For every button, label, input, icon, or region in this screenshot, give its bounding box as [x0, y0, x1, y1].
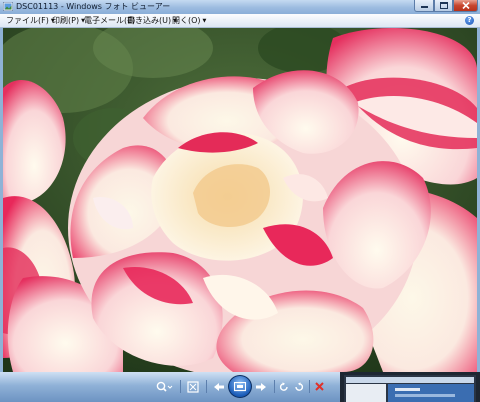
close-icon [461, 2, 470, 9]
slideshow-icon [234, 381, 246, 391]
toolbar-separator [206, 380, 207, 393]
menu-file-label: ファイル(F) [6, 16, 49, 25]
previous-icon [214, 382, 224, 391]
toolbar-separator [274, 380, 275, 393]
photo-viewport[interactable] [3, 28, 477, 372]
taskbar-thumbnail-overlay [340, 372, 480, 402]
rotate-counterclockwise-icon [279, 381, 288, 391]
minimize-button[interactable] [414, 0, 434, 12]
menu-open[interactable]: 開く(O) ▼ [172, 15, 206, 27]
next-icon [256, 382, 266, 391]
menu-print[interactable]: 印刷(P) ▼ [52, 15, 85, 27]
delete-button[interactable] [313, 380, 325, 393]
title-bar[interactable]: DSC01113 - Windows フォト ビューアー [0, 0, 480, 14]
rotate-clockwise-icon [295, 381, 304, 391]
window-title: DSC01113 - Windows フォト ビューアー [16, 2, 171, 11]
actual-size-icon [187, 380, 199, 393]
rose-photo [3, 28, 477, 372]
photo-viewer-window: DSC01113 - Windows フォト ビューアー ファイル(F) ▼ 印刷… [0, 0, 480, 402]
toolbar-separator [180, 380, 181, 393]
delete-icon [314, 382, 324, 391]
chevron-down-icon: ▼ [202, 18, 207, 24]
menu-print-label: 印刷(P) [52, 16, 80, 25]
rotate-clockwise-button[interactable] [293, 380, 305, 393]
menu-burn[interactable]: 書き込み(U) ▼ [127, 15, 177, 27]
photo-viewer-app-icon [3, 2, 13, 11]
zoom-button[interactable] [154, 380, 174, 393]
slideshow-button[interactable] [228, 375, 252, 398]
help-icon[interactable]: ? [465, 16, 474, 25]
menu-burn-label: 書き込み(U) [127, 16, 172, 25]
menu-open-label: 開く(O) [172, 16, 201, 25]
maximize-button[interactable] [434, 0, 453, 12]
minimize-icon [420, 5, 428, 8]
close-button[interactable] [453, 0, 478, 12]
next-button[interactable] [254, 380, 268, 393]
thumbnail-preview [344, 375, 476, 402]
previous-button[interactable] [212, 380, 226, 393]
rotate-counterclockwise-button[interactable] [278, 380, 290, 393]
zoom-icon [156, 381, 173, 392]
menu-file[interactable]: ファイル(F) ▼ [6, 15, 55, 27]
maximize-icon [439, 2, 448, 9]
menu-bar: ファイル(F) ▼ 印刷(P) ▼ 電子メール(E) 書き込み(U) ▼ 開く(O) ▼… [0, 14, 480, 28]
actual-size-button[interactable] [186, 380, 200, 393]
toolbar-separator [309, 380, 310, 393]
